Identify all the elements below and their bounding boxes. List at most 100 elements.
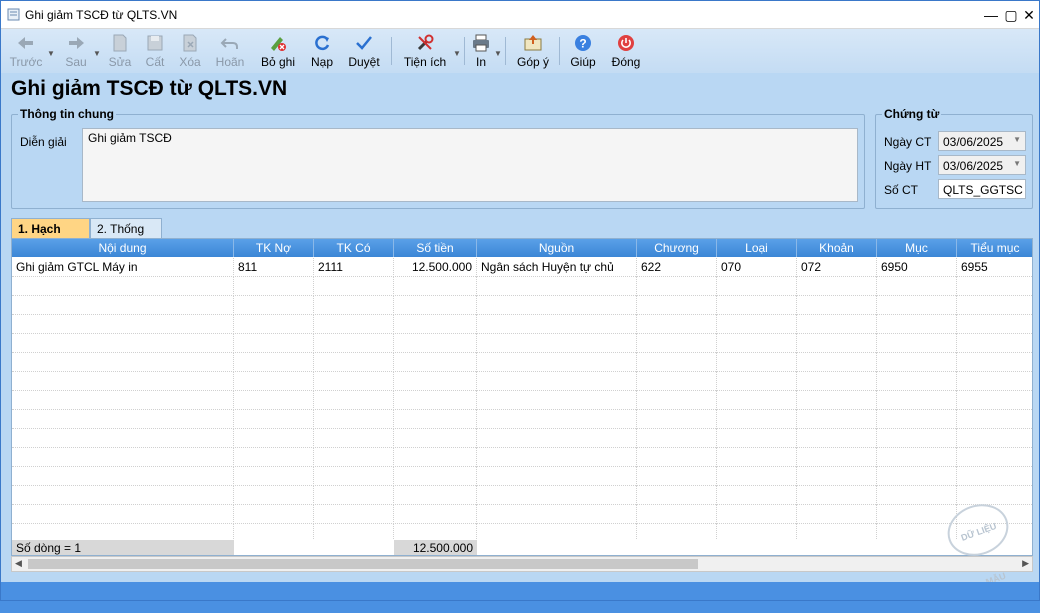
empty-table-row[interactable] (12, 372, 1032, 391)
empty-table-row[interactable] (12, 467, 1032, 486)
empty-table-cell[interactable] (477, 486, 637, 505)
voucher-date-picker[interactable]: 03/06/2025 ▼ (938, 131, 1026, 151)
empty-table-cell[interactable] (797, 277, 877, 296)
empty-table-row[interactable] (12, 505, 1032, 524)
print-dropdown-icon[interactable]: ▼ (494, 49, 502, 58)
empty-table-cell[interactable] (234, 296, 314, 315)
empty-table-cell[interactable] (637, 391, 717, 410)
table-cell[interactable]: 6950 (877, 258, 957, 277)
table-cell[interactable]: Ghi giảm GTCL Máy in (12, 258, 234, 277)
tab-accounting[interactable]: 1. Hạch toán (11, 218, 90, 250)
empty-table-cell[interactable] (877, 486, 957, 505)
empty-table-cell[interactable] (477, 315, 637, 334)
empty-table-cell[interactable] (314, 334, 394, 353)
empty-table-row[interactable] (12, 391, 1032, 410)
empty-table-cell[interactable] (394, 486, 477, 505)
close-icon[interactable]: ✕ (1019, 5, 1039, 25)
empty-table-cell[interactable] (717, 429, 797, 448)
undo-button[interactable]: Hoãn (213, 31, 247, 71)
empty-table-cell[interactable] (957, 277, 1032, 296)
empty-table-cell[interactable] (234, 448, 314, 467)
empty-table-cell[interactable] (877, 505, 957, 524)
column-header[interactable]: Loại (717, 239, 797, 257)
empty-table-cell[interactable] (957, 429, 1032, 448)
empty-table-cell[interactable] (12, 277, 234, 296)
empty-table-cell[interactable] (957, 486, 1032, 505)
empty-table-cell[interactable] (12, 315, 234, 334)
empty-table-cell[interactable] (477, 410, 637, 429)
empty-table-cell[interactable] (957, 296, 1032, 315)
empty-table-cell[interactable] (12, 467, 234, 486)
column-header[interactable]: Chương (637, 239, 717, 257)
empty-table-cell[interactable] (797, 391, 877, 410)
tab-statistics[interactable]: 2. Thống kê (90, 218, 162, 250)
column-header[interactable]: Số tiền (394, 239, 477, 257)
empty-table-cell[interactable] (477, 353, 637, 372)
empty-table-cell[interactable] (234, 334, 314, 353)
empty-table-cell[interactable] (314, 296, 394, 315)
scroll-left-icon[interactable]: ◀ (15, 558, 22, 569)
empty-table-cell[interactable] (717, 334, 797, 353)
column-header[interactable]: TK Nợ (234, 239, 314, 257)
empty-table-cell[interactable] (717, 372, 797, 391)
empty-table-cell[interactable] (637, 448, 717, 467)
utilities-button[interactable]: Tiện ích (401, 31, 449, 71)
empty-table-cell[interactable] (957, 467, 1032, 486)
empty-table-cell[interactable] (797, 410, 877, 429)
voucher-no-input[interactable]: QLTS_GGTSC (938, 179, 1026, 199)
empty-table-cell[interactable] (394, 277, 477, 296)
empty-table-cell[interactable] (234, 486, 314, 505)
unpost-button[interactable]: Bỏ ghi (259, 31, 297, 71)
empty-table-cell[interactable] (394, 505, 477, 524)
empty-table-row[interactable] (12, 334, 1032, 353)
empty-table-cell[interactable] (797, 353, 877, 372)
empty-table-cell[interactable] (717, 410, 797, 429)
empty-table-cell[interactable] (637, 372, 717, 391)
empty-table-cell[interactable] (394, 372, 477, 391)
feedback-button[interactable]: Góp ý (515, 31, 551, 71)
column-header[interactable]: Khoản (797, 239, 877, 257)
empty-table-cell[interactable] (637, 486, 717, 505)
empty-table-cell[interactable] (637, 353, 717, 372)
empty-table-cell[interactable] (717, 277, 797, 296)
empty-table-cell[interactable] (637, 467, 717, 486)
table-cell[interactable]: 622 (637, 258, 717, 277)
empty-table-cell[interactable] (234, 372, 314, 391)
table-cell[interactable]: Ngân sách Huyện tự chủ (477, 258, 637, 277)
column-header[interactable]: TK Có (314, 239, 394, 257)
empty-table-cell[interactable] (234, 391, 314, 410)
empty-table-row[interactable] (12, 315, 1032, 334)
empty-table-cell[interactable] (877, 334, 957, 353)
empty-table-cell[interactable] (12, 486, 234, 505)
empty-table-cell[interactable] (234, 315, 314, 334)
empty-table-cell[interactable] (394, 448, 477, 467)
reload-button[interactable]: Nạp (307, 31, 337, 71)
empty-table-cell[interactable] (12, 448, 234, 467)
save-button[interactable]: Cất (140, 31, 170, 71)
edit-button[interactable]: Sửa (105, 31, 135, 71)
empty-table-cell[interactable] (477, 391, 637, 410)
empty-table-cell[interactable] (717, 467, 797, 486)
empty-table-cell[interactable] (314, 372, 394, 391)
empty-table-cell[interactable] (797, 505, 877, 524)
empty-table-cell[interactable] (234, 467, 314, 486)
empty-table-cell[interactable] (797, 296, 877, 315)
empty-table-cell[interactable] (314, 410, 394, 429)
column-header[interactable]: Nguồn (477, 239, 637, 257)
empty-table-cell[interactable] (314, 467, 394, 486)
empty-table-cell[interactable] (314, 315, 394, 334)
empty-table-cell[interactable] (394, 467, 477, 486)
approve-button[interactable]: Duyệt (345, 31, 383, 71)
empty-table-row[interactable] (12, 486, 1032, 505)
empty-table-cell[interactable] (957, 353, 1032, 372)
empty-table-cell[interactable] (314, 353, 394, 372)
empty-table-cell[interactable] (314, 486, 394, 505)
delete-button[interactable]: Xóa (175, 31, 205, 71)
next-button[interactable]: Sau (59, 31, 93, 71)
empty-table-cell[interactable] (637, 505, 717, 524)
minimize-icon[interactable]: — (981, 5, 1001, 25)
column-header[interactable]: Nội dung (12, 239, 234, 257)
posting-date-picker[interactable]: 03/06/2025 ▼ (938, 155, 1026, 175)
empty-table-row[interactable] (12, 296, 1032, 315)
close-button[interactable]: Đóng (609, 31, 643, 71)
